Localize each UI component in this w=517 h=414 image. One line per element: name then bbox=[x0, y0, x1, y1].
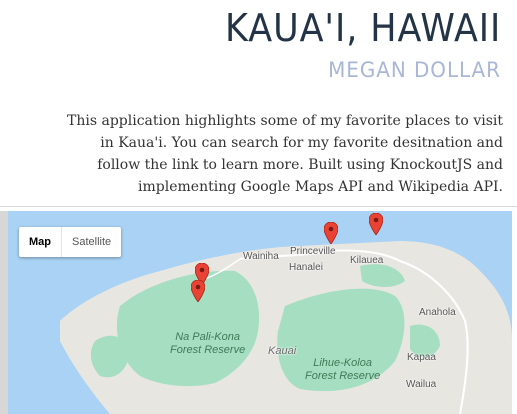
map-label-kapaa: Kapaa bbox=[407, 352, 436, 363]
map-label-hanalei: Hanalei bbox=[289, 262, 323, 273]
map-label-kilauea: Kilauea bbox=[350, 255, 384, 266]
map-marker[interactable] bbox=[324, 222, 338, 244]
map-label-kauai: Kauai bbox=[268, 345, 297, 357]
page-header: KAUA'I, HAWAII MEGAN DOLLAR This applica… bbox=[0, 0, 517, 207]
app-description: This application highlights some of my f… bbox=[67, 113, 503, 195]
forest-label-lihue: Lihue-Koloa Forest Reserve bbox=[305, 357, 381, 382]
forest-label-napali: Na Pali-Kona Forest Reserve bbox=[170, 331, 246, 356]
scrollbar[interactable] bbox=[0, 211, 8, 414]
header-divider bbox=[0, 206, 517, 207]
map-type-satellite-button[interactable]: Satellite bbox=[62, 227, 121, 257]
page-title: KAUA'I, HAWAII bbox=[224, 6, 501, 50]
map-marker[interactable] bbox=[191, 280, 205, 302]
map-label-wailua: Wailua bbox=[406, 379, 437, 390]
map-label-wainiha: Wainiha bbox=[243, 251, 279, 262]
map-type-map-button[interactable]: Map bbox=[19, 227, 62, 257]
map-label-anahola: Anahola bbox=[419, 307, 456, 318]
map-type-control: Map Satellite bbox=[19, 227, 122, 257]
author-name: MEGAN DOLLAR bbox=[328, 58, 501, 82]
map-label-princeville: Princeville bbox=[290, 246, 336, 257]
map-marker[interactable] bbox=[369, 213, 383, 235]
